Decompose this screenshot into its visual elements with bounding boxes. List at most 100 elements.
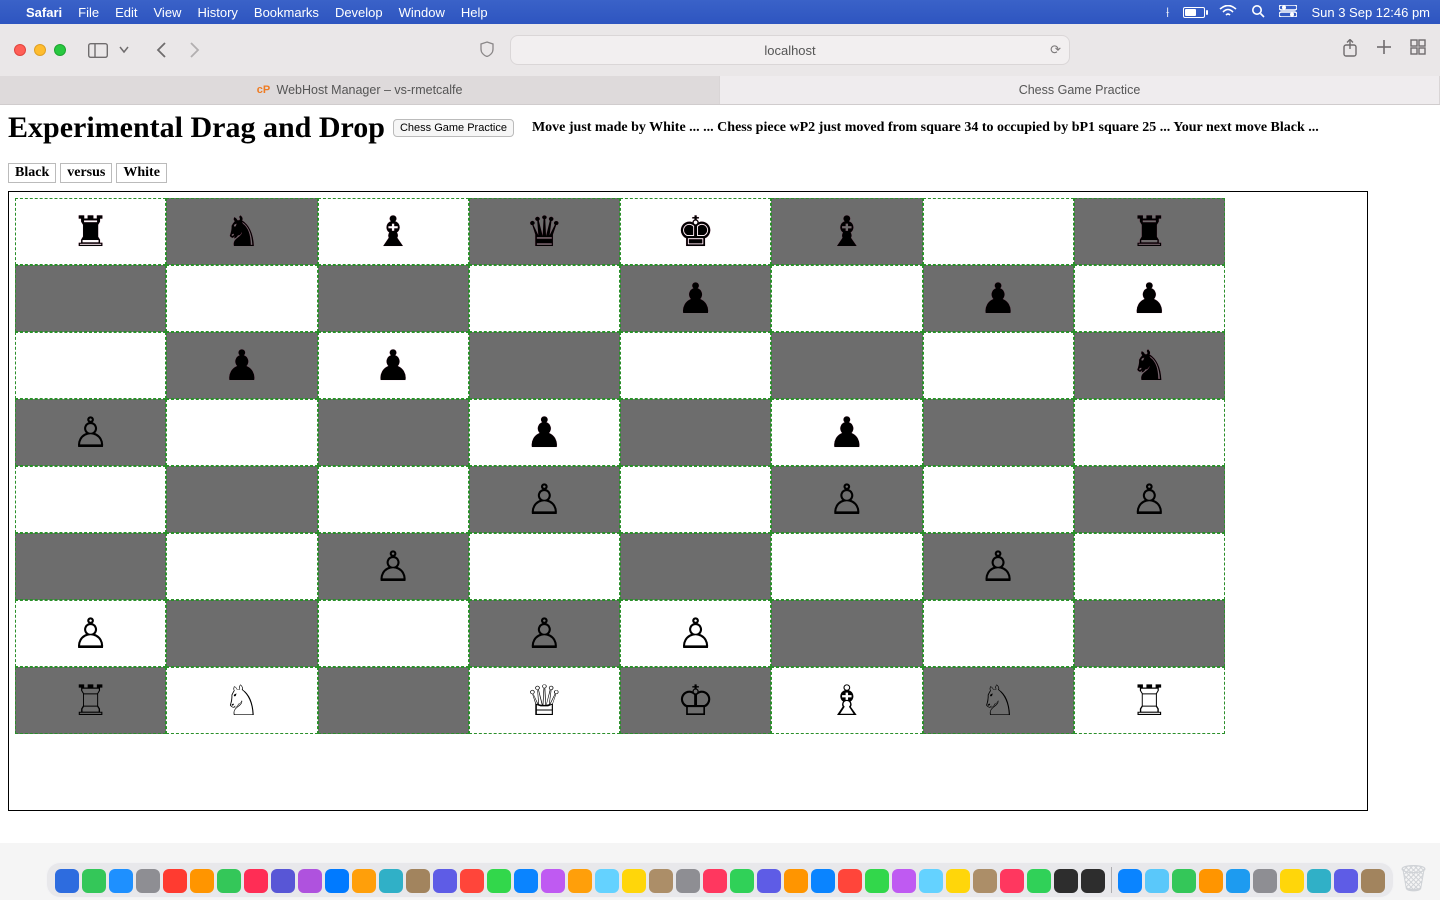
chess-board[interactable]: ♜♞♝♛♚♝♜♟♟♟♟♟♞♙♟♟♙♙♙♙♙♙♙♙♖♘♕♔♗♘♖ [15, 198, 1225, 734]
dock-app-icon[interactable] [1199, 869, 1223, 893]
board-square[interactable] [923, 198, 1074, 265]
dock-app-icon[interactable] [973, 869, 997, 893]
chess-piece-bB[interactable]: ♝ [828, 211, 866, 253]
chess-piece-bK[interactable]: ♚ [677, 211, 715, 253]
board-square[interactable] [166, 265, 317, 332]
dock-app-icon[interactable] [703, 869, 727, 893]
board-square[interactable] [15, 466, 166, 533]
chess-piece-wP[interactable]: ♙ [1131, 479, 1169, 521]
dock-app-icon[interactable] [217, 869, 241, 893]
sidebar-chevron-icon[interactable] [116, 37, 132, 63]
fullscreen-window-button[interactable] [54, 44, 66, 56]
chess-piece-wR[interactable]: ♖ [72, 680, 110, 722]
board-square[interactable] [318, 466, 469, 533]
dock-app-icon[interactable] [163, 869, 187, 893]
board-square[interactable]: ♞ [1074, 332, 1225, 399]
board-square[interactable] [469, 265, 620, 332]
menubar-clock[interactable]: Sun 3 Sep 12:46 pm [1311, 5, 1430, 20]
dock-app-icon[interactable] [1145, 869, 1169, 893]
board-square[interactable]: ♙ [771, 466, 922, 533]
board-square[interactable]: ♛ [469, 198, 620, 265]
board-square[interactable] [15, 533, 166, 600]
dock-app-icon[interactable] [325, 869, 349, 893]
board-square[interactable] [923, 600, 1074, 667]
board-square[interactable]: ♖ [15, 667, 166, 734]
dock-app-icon[interactable] [649, 869, 673, 893]
menu-bookmarks[interactable]: Bookmarks [254, 5, 319, 20]
dock-app-icon[interactable] [379, 869, 403, 893]
wifi-icon[interactable] [1219, 4, 1237, 20]
chess-piece-bP[interactable]: ♟ [979, 278, 1017, 320]
dock-app-icon[interactable] [541, 869, 565, 893]
chess-piece-bR[interactable]: ♜ [72, 211, 110, 253]
dock-app-icon[interactable] [892, 869, 916, 893]
dock-app-icon[interactable] [1280, 869, 1304, 893]
dock-app-icon[interactable] [811, 869, 835, 893]
board-square[interactable]: ♚ [620, 198, 771, 265]
board-square[interactable] [923, 466, 1074, 533]
menu-history[interactable]: History [197, 5, 237, 20]
board-square[interactable] [1074, 533, 1225, 600]
dock-app-icon[interactable] [1172, 869, 1196, 893]
dock-app-icon[interactable] [1118, 869, 1142, 893]
dock-app-icon[interactable] [622, 869, 646, 893]
board-square[interactable]: ♘ [166, 667, 317, 734]
board-square[interactable] [318, 600, 469, 667]
chess-piece-wP[interactable]: ♙ [526, 613, 564, 655]
privacy-shield-icon[interactable] [480, 41, 494, 60]
menu-develop[interactable]: Develop [335, 5, 383, 20]
board-square[interactable]: ♙ [15, 600, 166, 667]
board-square[interactable] [620, 533, 771, 600]
back-button-icon[interactable] [148, 37, 176, 63]
board-square[interactable] [318, 399, 469, 466]
chess-piece-wP[interactable]: ♙ [979, 546, 1017, 588]
dock-app-icon[interactable] [1334, 869, 1358, 893]
board-square[interactable] [771, 600, 922, 667]
board-square[interactable] [620, 399, 771, 466]
dock-app-icon[interactable] [1253, 869, 1277, 893]
board-square[interactable] [620, 332, 771, 399]
chess-piece-bN[interactable]: ♞ [1131, 345, 1169, 387]
board-square[interactable]: ♙ [1074, 466, 1225, 533]
chess-piece-wB[interactable]: ♗ [828, 680, 866, 722]
board-square[interactable]: ♖ [1074, 667, 1225, 734]
chess-piece-wP[interactable]: ♙ [677, 613, 715, 655]
menu-edit[interactable]: Edit [115, 5, 137, 20]
board-square[interactable]: ♙ [620, 600, 771, 667]
dock-app-icon[interactable] [946, 869, 970, 893]
dock-app-icon[interactable] [1081, 869, 1105, 893]
dock-app-icon[interactable] [406, 869, 430, 893]
dock-app-icon[interactable] [487, 869, 511, 893]
app-name[interactable]: Safari [26, 5, 62, 20]
dock-app-icon[interactable] [784, 869, 808, 893]
board-square[interactable] [15, 265, 166, 332]
new-tab-icon[interactable] [1376, 39, 1392, 62]
chess-piece-bB[interactable]: ♝ [374, 211, 412, 253]
board-square[interactable] [469, 332, 620, 399]
chess-piece-bP[interactable]: ♟ [526, 412, 564, 454]
board-square[interactable] [166, 399, 317, 466]
board-square[interactable] [923, 399, 1074, 466]
board-square[interactable] [15, 332, 166, 399]
board-square[interactable]: ♙ [469, 600, 620, 667]
dock-app-icon[interactable] [136, 869, 160, 893]
dock-app-icon[interactable] [352, 869, 376, 893]
chess-piece-bQ[interactable]: ♛ [526, 211, 564, 253]
board-square[interactable]: ♟ [469, 399, 620, 466]
chess-practice-button[interactable]: Chess Game Practice [393, 119, 514, 137]
dock-app-icon[interactable] [1000, 869, 1024, 893]
dock-app-icon[interactable] [1307, 869, 1331, 893]
chess-piece-wP[interactable]: ♙ [72, 412, 110, 454]
dock-app-icon[interactable] [514, 869, 538, 893]
chess-piece-wN[interactable]: ♘ [979, 680, 1017, 722]
dock-app-icon[interactable] [919, 869, 943, 893]
dock-app-icon[interactable] [865, 869, 889, 893]
chess-piece-wP[interactable]: ♙ [374, 546, 412, 588]
dock-app-icon[interactable] [244, 869, 268, 893]
board-square[interactable]: ♟ [771, 399, 922, 466]
chess-piece-wR[interactable]: ♖ [1131, 680, 1169, 722]
board-square[interactable]: ♙ [923, 533, 1074, 600]
dock-app-icon[interactable] [838, 869, 862, 893]
chess-piece-bP[interactable]: ♟ [223, 345, 261, 387]
board-square[interactable] [620, 466, 771, 533]
